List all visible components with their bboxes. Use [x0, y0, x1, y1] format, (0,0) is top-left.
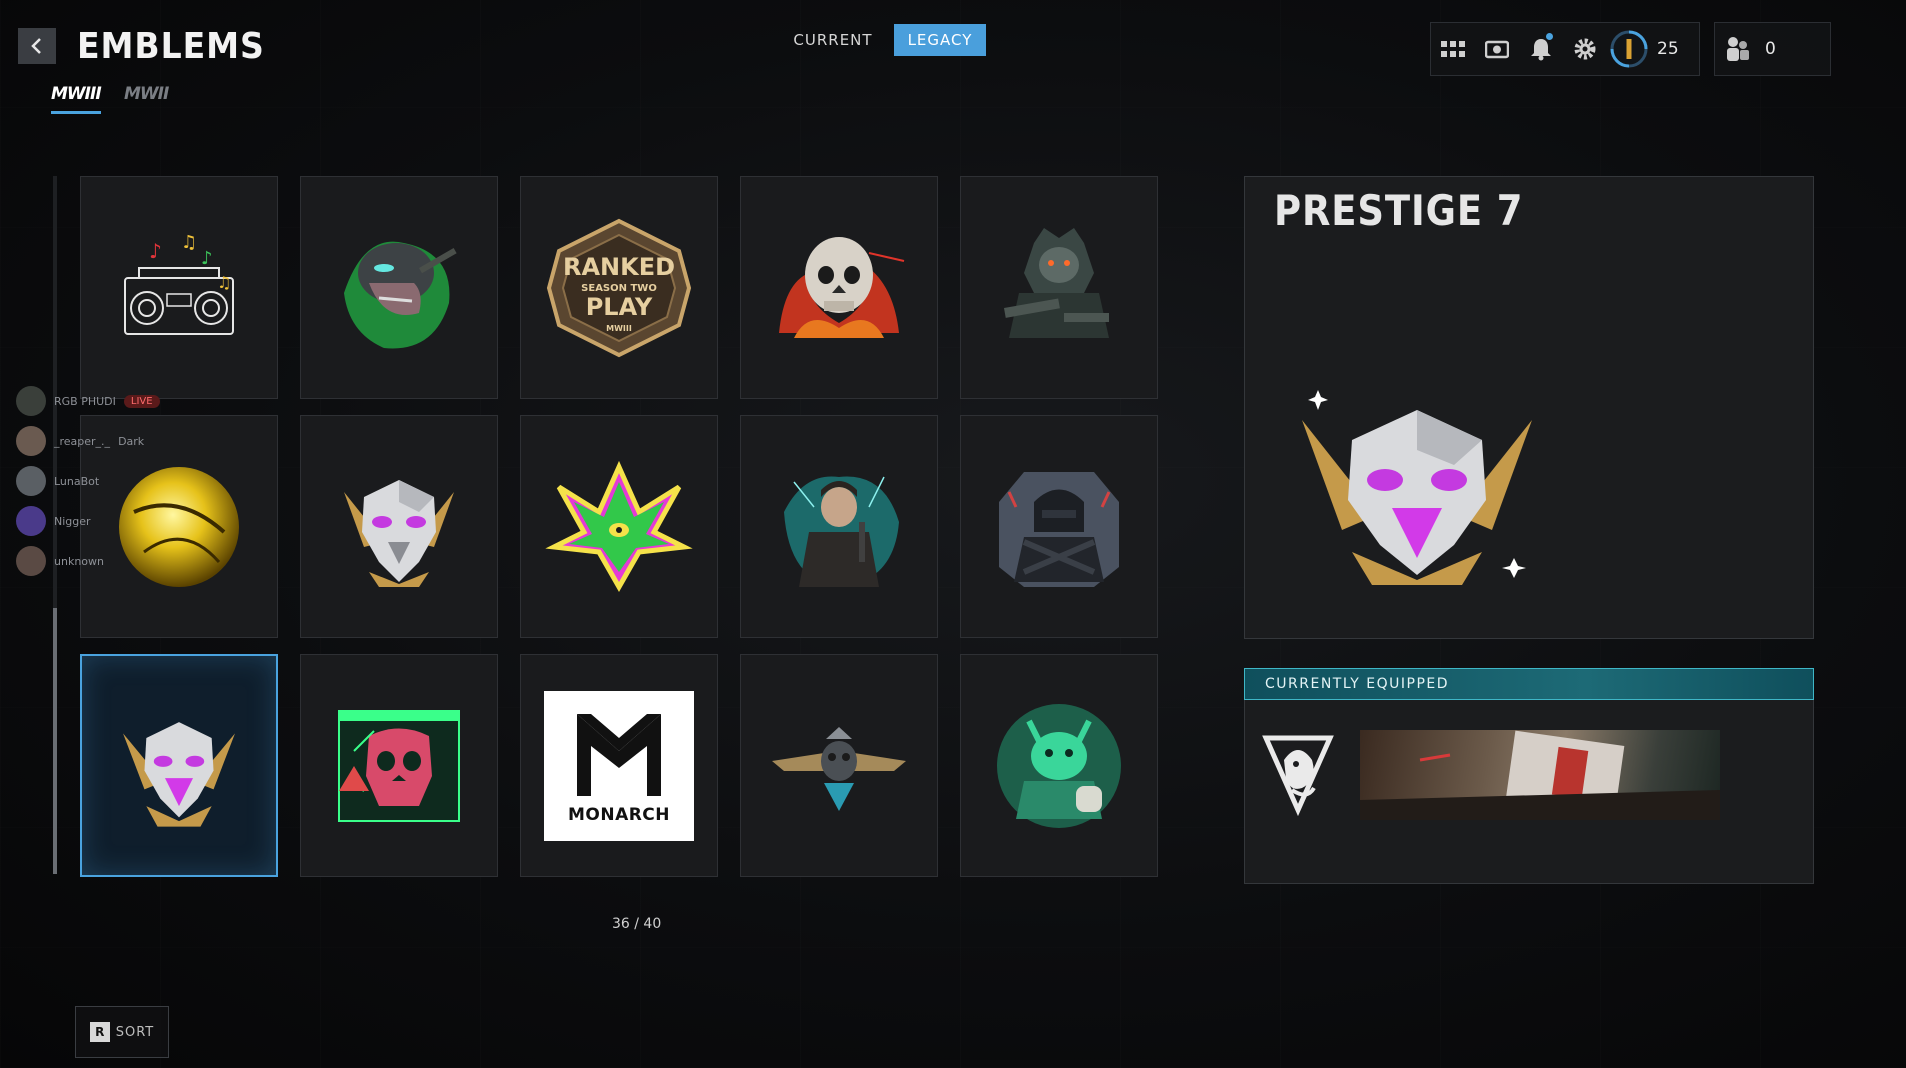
emblem-tile[interactable] [960, 654, 1158, 877]
page-title: EMBLEMS [77, 26, 265, 67]
emblem-tile[interactable] [300, 654, 498, 877]
cyber-skull-emblem [338, 709, 460, 822]
armored-soldier-emblem [1004, 227, 1109, 338]
friend-name: RGB PHUDI [54, 394, 116, 408]
avatar [16, 386, 46, 416]
svg-text:♫: ♫ [217, 273, 231, 292]
equipped-header-label: CURRENTLY EQUIPPED [1265, 676, 1450, 692]
active-tab-underline [51, 111, 101, 114]
friend-row[interactable]: LunaBot [16, 466, 99, 496]
equipped-calling-card[interactable] [1360, 730, 1720, 820]
level-value: 25 [1657, 39, 1679, 59]
friend-name: unknown [54, 554, 104, 568]
friend-row[interactable]: RGB PHUDI LIVE [16, 386, 160, 416]
svg-text:♫: ♫ [181, 232, 197, 253]
key-r-icon: R [89, 1022, 110, 1042]
avatar [16, 426, 46, 456]
monarch-label: MONARCH [567, 805, 671, 825]
friend-name: _reaper_._ [54, 434, 111, 448]
avatar [16, 546, 46, 576]
zombie-soldier-emblem [344, 241, 457, 348]
prestige-7-eagle-emblem [123, 721, 235, 827]
grid-icon[interactable] [1431, 23, 1475, 75]
calling-card-image [1360, 730, 1720, 820]
emblem-tile[interactable] [520, 415, 718, 638]
mwiii-text: MWIII [606, 324, 632, 333]
party-box[interactable]: 0 [1714, 22, 1831, 76]
golden-orb-emblem [119, 466, 239, 587]
green-demon-emblem [997, 703, 1121, 828]
skull-fire-emblem [779, 236, 905, 338]
emblem-tile[interactable] [740, 654, 938, 877]
emblem-tile[interactable] [960, 415, 1158, 638]
emblem-tile[interactable] [300, 415, 498, 638]
sort-label: SORT [115, 1024, 155, 1040]
svg-text:♪: ♪ [149, 239, 162, 263]
hooded-operator-emblem [999, 471, 1119, 587]
page-counter: 36 / 40 [612, 916, 662, 932]
friend-name: Nigger [54, 514, 91, 528]
ranked-play-emblem: RANKED SEASON TWO PLAY MWIII [546, 218, 692, 357]
equipped-header: CURRENTLY EQUIPPED [1244, 668, 1814, 700]
tab-current[interactable]: CURRENT [788, 24, 878, 56]
neon-leaf-emblem [545, 460, 693, 592]
avatar [16, 466, 46, 496]
party-count: 0 [1765, 39, 1776, 59]
friend-status: Dark [118, 434, 145, 448]
chevron-left-icon [31, 38, 41, 54]
equipped-emblem[interactable] [1262, 730, 1334, 822]
friend-row[interactable]: _reaper_._ Dark [16, 426, 144, 456]
tab-legacy[interactable]: LEGACY [894, 24, 986, 56]
tab-mwiii[interactable]: MWIII [51, 84, 102, 104]
emblem-tile[interactable] [960, 176, 1158, 399]
prestige-7-eagle-large-icon [1302, 390, 1532, 585]
monarch-logo-icon [577, 714, 661, 796]
live-badge: LIVE [123, 394, 160, 408]
party-icon [1715, 23, 1759, 75]
ranked-text: RANKED [563, 253, 675, 281]
monarch-emblem: MONARCH [544, 690, 694, 841]
winged-skull-emblem [772, 726, 906, 811]
tab-mwii[interactable]: MWII [124, 84, 169, 104]
prestige-icon[interactable] [1607, 23, 1651, 75]
emblem-preview [1282, 380, 1552, 594]
equipped-emblem-icon [1262, 735, 1334, 817]
eagle-silver-emblem [344, 479, 454, 587]
gear-icon[interactable] [1563, 23, 1607, 75]
emblem-tile[interactable]: RANKED SEASON TWO PLAY MWIII [520, 176, 718, 399]
back-button[interactable] [18, 28, 56, 64]
boombox-emblem: ♪ ♫ ♪ ♫ [124, 232, 234, 335]
sort-button[interactable]: R SORT [75, 1006, 169, 1058]
emblem-tile-selected[interactable] [80, 654, 278, 877]
scrollbar-thumb[interactable] [53, 608, 57, 874]
svg-text:♪: ♪ [201, 248, 213, 269]
avatar [16, 506, 46, 536]
emblem-detail-title: PRESTIGE 7 [1274, 186, 1524, 235]
emblem-tile[interactable]: ♪ ♫ ♪ ♫ [80, 176, 278, 399]
emblem-tile[interactable]: MONARCH [520, 654, 718, 877]
camera-icon[interactable] [1475, 23, 1519, 75]
gunman-emblem [784, 475, 899, 587]
emblem-tile[interactable] [740, 176, 938, 399]
bell-icon[interactable] [1519, 23, 1563, 75]
friend-name: LunaBot [54, 474, 100, 488]
friend-row[interactable]: unknown [16, 546, 104, 576]
hud-toolbar: 25 [1430, 22, 1700, 76]
play-text: PLAY [586, 293, 653, 321]
emblem-tile[interactable] [740, 415, 938, 638]
emblem-tile[interactable] [300, 176, 498, 399]
friend-row[interactable]: Nigger [16, 506, 91, 536]
